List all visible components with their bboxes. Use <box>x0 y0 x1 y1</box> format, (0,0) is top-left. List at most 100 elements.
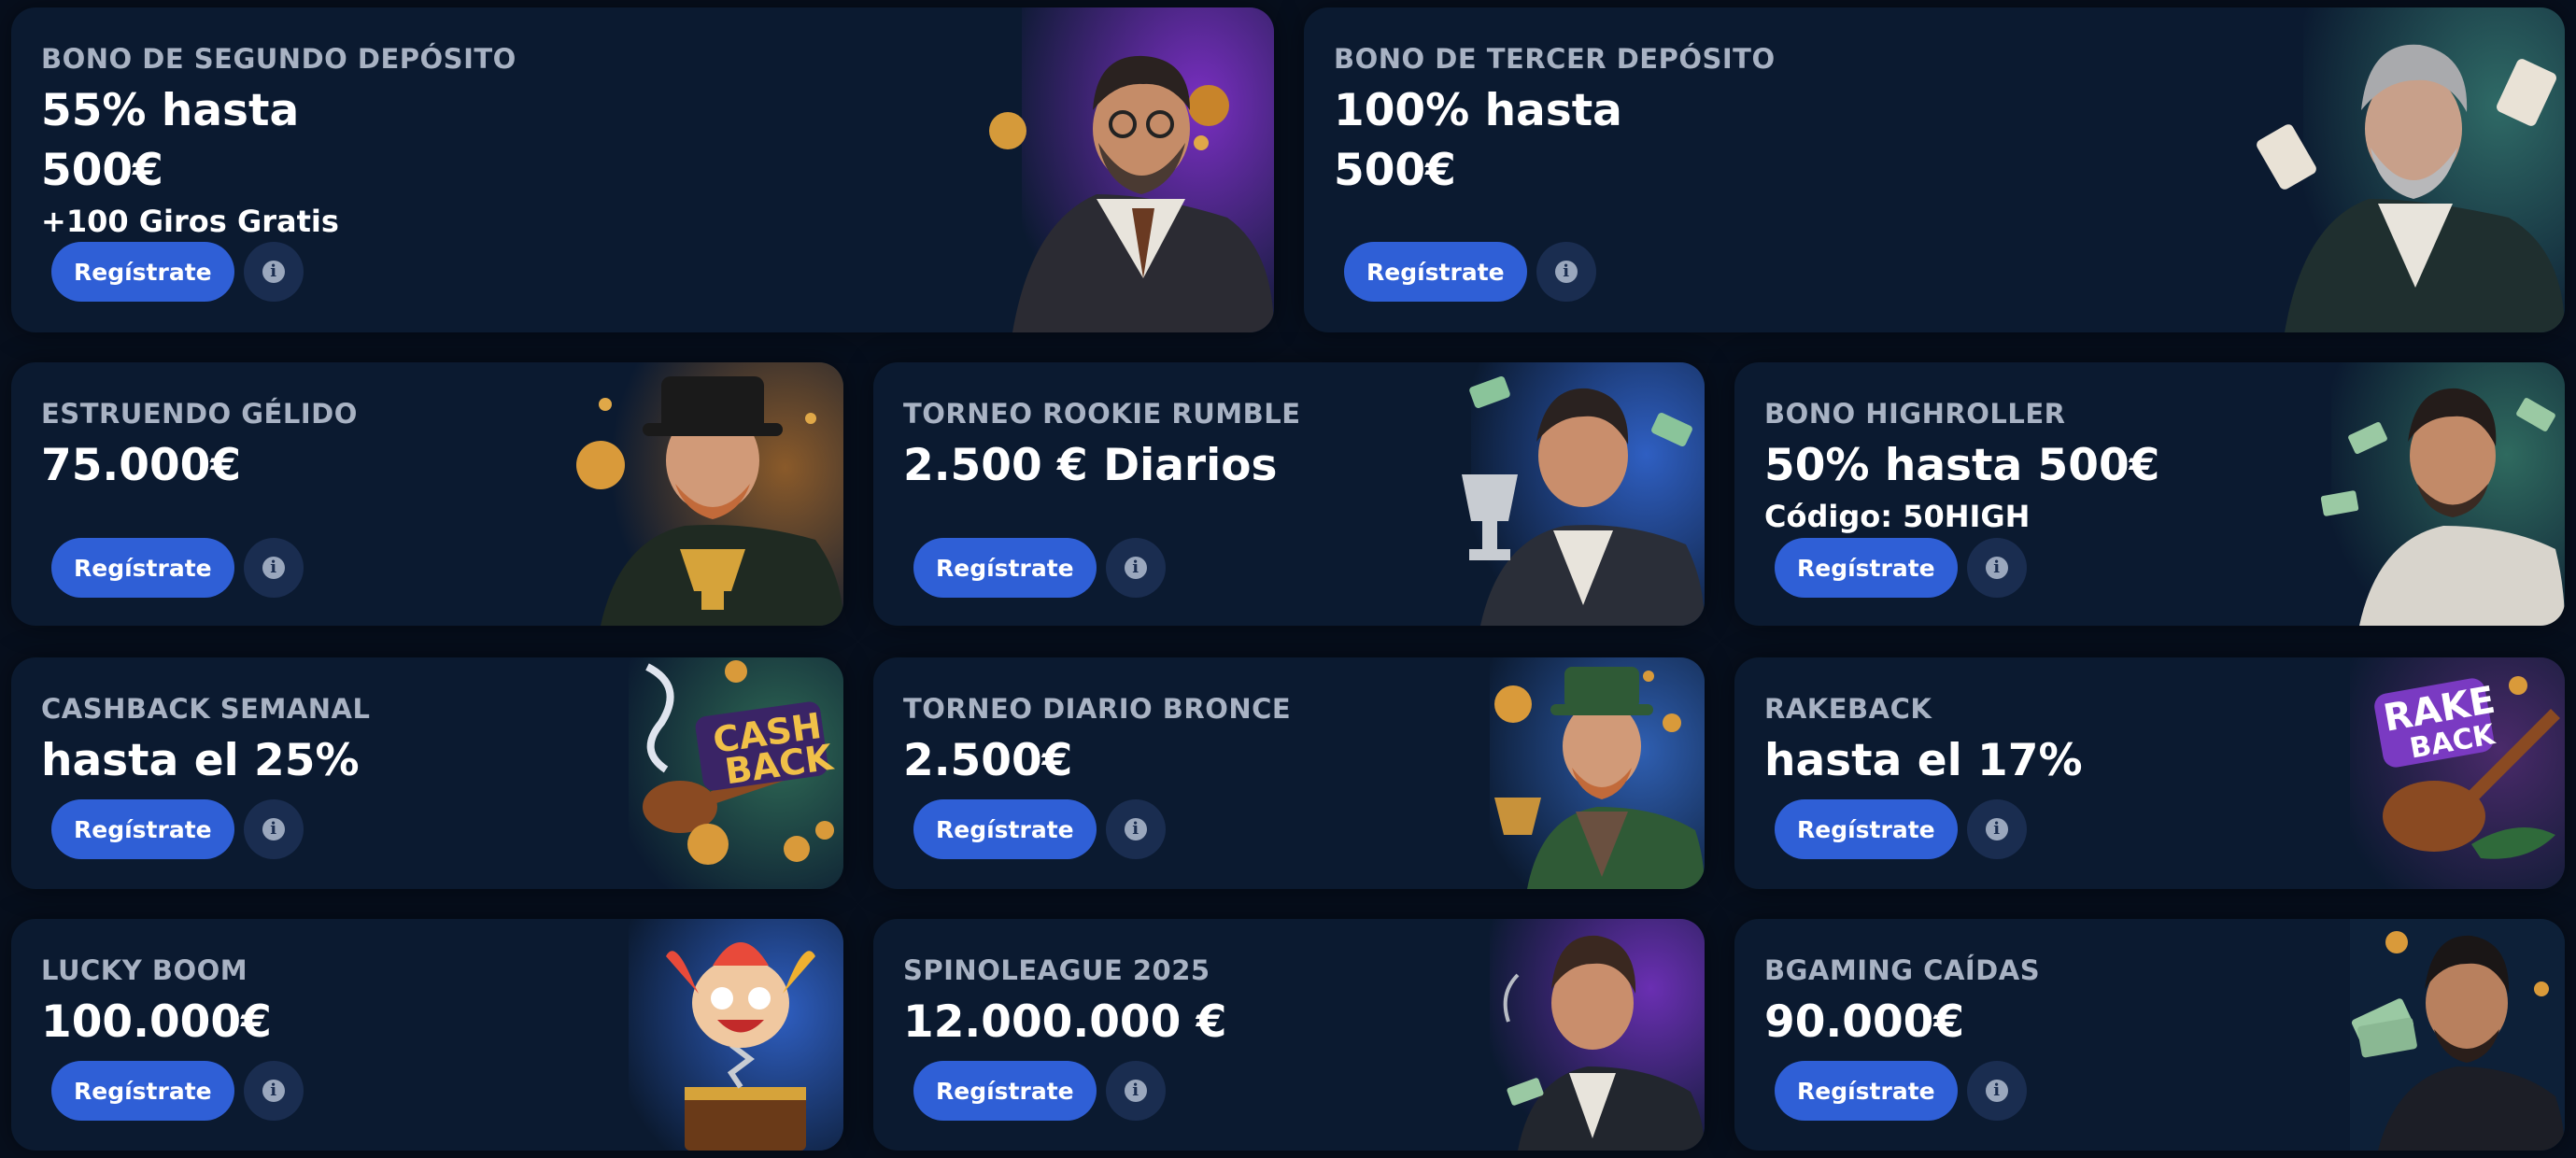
info-button[interactable]: i <box>1105 799 1166 859</box>
info-icon: i <box>1985 818 2008 840</box>
promo-card-text: BGAMING CAÍDAS 90.000€ <box>1764 951 2040 1052</box>
promo-actions: Regístrate i <box>51 1061 304 1121</box>
promo-value: 75.000€ <box>41 440 242 491</box>
promo-title: BGAMING CAÍDAS <box>1764 954 2041 986</box>
promo-card-lucky-boom: LUCKY BOOM 100.000€ Regístrate i <box>11 919 843 1151</box>
promo-title: TORNEO DIARIO BRONCE <box>903 693 1292 725</box>
promo-title: RAKEBACK <box>1764 693 1932 725</box>
promo-subtext: +100 Giros Gratis <box>41 204 339 239</box>
info-button[interactable]: i <box>1966 538 2027 598</box>
info-button[interactable]: i <box>1105 1061 1166 1121</box>
promo-title: BONO DE TERCER DEPÓSITO <box>1334 43 1776 75</box>
info-icon: i <box>262 261 285 283</box>
register-button[interactable]: Regístrate <box>913 538 1097 598</box>
register-button[interactable]: Regístrate <box>1775 538 1958 598</box>
cashback-logo-illustration: CASH BACK <box>610 657 843 889</box>
info-button[interactable]: i <box>243 242 304 302</box>
promo-title: TORNEO ROOKIE RUMBLE <box>903 398 1301 430</box>
man-with-money-illustration <box>2303 362 2565 626</box>
info-icon: i <box>262 557 285 579</box>
promo-card-text: ESTRUENDO GÉLIDO 75.000€ <box>41 394 358 496</box>
rakeback-logo-illustration: RAKE BACK <box>2331 657 2565 889</box>
info-icon: i <box>262 818 285 840</box>
promo-actions: Regístrate i <box>913 538 1166 598</box>
info-button[interactable]: i <box>1966 1061 2027 1121</box>
promo-actions: Regístrate i <box>913 799 1166 859</box>
register-button[interactable]: Regístrate <box>51 799 234 859</box>
promo-subtext: Código: 50HIGH <box>1764 499 2031 534</box>
info-button[interactable]: i <box>1105 538 1166 598</box>
info-icon: i <box>1124 1080 1147 1102</box>
promo-card-text: BONO DE TERCER DEPÓSITO 100% hasta 500€ <box>1334 39 1776 201</box>
register-button[interactable]: Regístrate <box>1775 799 1958 859</box>
register-button[interactable]: Regístrate <box>1775 1061 1958 1121</box>
gentleman-with-coins-illustration <box>956 7 1274 332</box>
info-icon: i <box>1124 818 1147 840</box>
promo-actions: Regístrate i <box>1775 1061 2027 1121</box>
register-button[interactable]: Regístrate <box>51 242 234 302</box>
promo-card-text: BONO HIGHROLLER 50% hasta 500€ Código: 5… <box>1764 394 2159 537</box>
promo-value: hasta el 17% <box>1764 735 2083 786</box>
promo-actions: Regístrate i <box>51 799 304 859</box>
promo-card-third-deposit: BONO DE TERCER DEPÓSITO 100% hasta 500€ … <box>1304 7 2565 332</box>
promo-value: 2.500€ <box>903 735 1073 786</box>
man-with-cash-illustration <box>2331 919 2565 1151</box>
promo-value: 100% hasta <box>1334 85 1622 136</box>
promo-value: 50% hasta 500€ <box>1764 440 2160 491</box>
promo-card-spinoleague-2025: SPINOLEAGUE 2025 12.000.000 € Regístrate… <box>873 919 1705 1151</box>
leprechaun-with-cup-illustration <box>1471 657 1705 889</box>
leprechaun-with-trophy-illustration <box>573 362 843 626</box>
gentleman-with-cigar-illustration <box>1471 919 1705 1151</box>
promo-value: 90.000€ <box>1764 996 1965 1048</box>
register-button[interactable]: Regístrate <box>913 1061 1097 1121</box>
promo-card-estruendo-gelido: ESTRUENDO GÉLIDO 75.000€ Regístrate i <box>11 362 843 626</box>
promo-card-torneo-diario-bronce: TORNEO DIARIO BRONCE 2.500€ Regístrate i <box>873 657 1705 889</box>
promo-actions: Regístrate i <box>1344 242 1596 302</box>
promo-value: 100.000€ <box>41 996 272 1048</box>
promo-actions: Regístrate i <box>51 242 304 302</box>
info-button[interactable]: i <box>1536 242 1596 302</box>
promo-card-text: CASHBACK SEMANAL hasta el 25% <box>41 689 370 791</box>
info-button[interactable]: i <box>243 1061 304 1121</box>
promo-card-torneo-rookie-rumble: TORNEO ROOKIE RUMBLE 2.500 € Diarios Reg… <box>873 362 1705 626</box>
promo-title: LUCKY BOOM <box>41 954 248 986</box>
promo-value-line2: 500€ <box>41 145 163 196</box>
promo-card-text: LUCKY BOOM 100.000€ <box>41 951 272 1052</box>
promo-actions: Regístrate i <box>51 538 304 598</box>
promo-card-text: RAKEBACK hasta el 17% <box>1764 689 2083 791</box>
gentleman-with-cards-illustration <box>2229 7 2565 332</box>
register-button[interactable]: Regístrate <box>51 538 234 598</box>
info-button[interactable]: i <box>243 799 304 859</box>
promo-title: ESTRUENDO GÉLIDO <box>41 398 358 430</box>
promo-actions: Regístrate i <box>913 1061 1166 1121</box>
promo-card-second-deposit: BONO DE SEGUNDO DEPÓSITO 55% hasta 500€ … <box>11 7 1274 332</box>
promo-card-text: BONO DE SEGUNDO DEPÓSITO 55% hasta 500€ … <box>41 39 517 242</box>
promo-card-cashback-semanal: CASH BACK CASHBACK SEMANAL hasta el 25% … <box>11 657 843 889</box>
register-button[interactable]: Regístrate <box>51 1061 234 1121</box>
promo-card-bono-highroller: BONO HIGHROLLER 50% hasta 500€ Código: 5… <box>1734 362 2565 626</box>
jester-in-box-illustration <box>610 919 843 1151</box>
info-icon: i <box>262 1080 285 1102</box>
info-icon: i <box>1985 557 2008 579</box>
info-button[interactable]: i <box>1966 799 2027 859</box>
promo-value: 2.500 € Diarios <box>903 440 1278 491</box>
promo-card-text: TORNEO DIARIO BRONCE 2.500€ <box>903 689 1291 791</box>
info-button[interactable]: i <box>243 538 304 598</box>
info-icon: i <box>1985 1080 2008 1102</box>
register-button[interactable]: Regístrate <box>1344 242 1527 302</box>
promo-value: 12.000.000 € <box>903 996 1227 1048</box>
register-button[interactable]: Regístrate <box>913 799 1097 859</box>
promo-value-line2: 500€ <box>1334 145 1456 196</box>
promo-title: BONO DE SEGUNDO DEPÓSITO <box>41 43 517 75</box>
promo-value: 55% hasta <box>41 85 300 136</box>
gentleman-with-trophy-illustration <box>1443 362 1705 626</box>
promo-card-rakeback: RAKE BACK RAKEBACK hasta el 17% Regístra… <box>1734 657 2565 889</box>
promo-card-bgaming-caidas: BGAMING CAÍDAS 90.000€ Regístrate i <box>1734 919 2565 1151</box>
promo-value: hasta el 25% <box>41 735 360 786</box>
promo-title: BONO HIGHROLLER <box>1764 398 2066 430</box>
promo-actions: Regístrate i <box>1775 799 2027 859</box>
promo-card-text: TORNEO ROOKIE RUMBLE 2.500 € Diarios <box>903 394 1301 496</box>
promo-title: SPINOLEAGUE 2025 <box>903 954 1210 986</box>
promo-card-text: SPINOLEAGUE 2025 12.000.000 € <box>903 951 1226 1052</box>
promo-actions: Regístrate i <box>1775 538 2027 598</box>
